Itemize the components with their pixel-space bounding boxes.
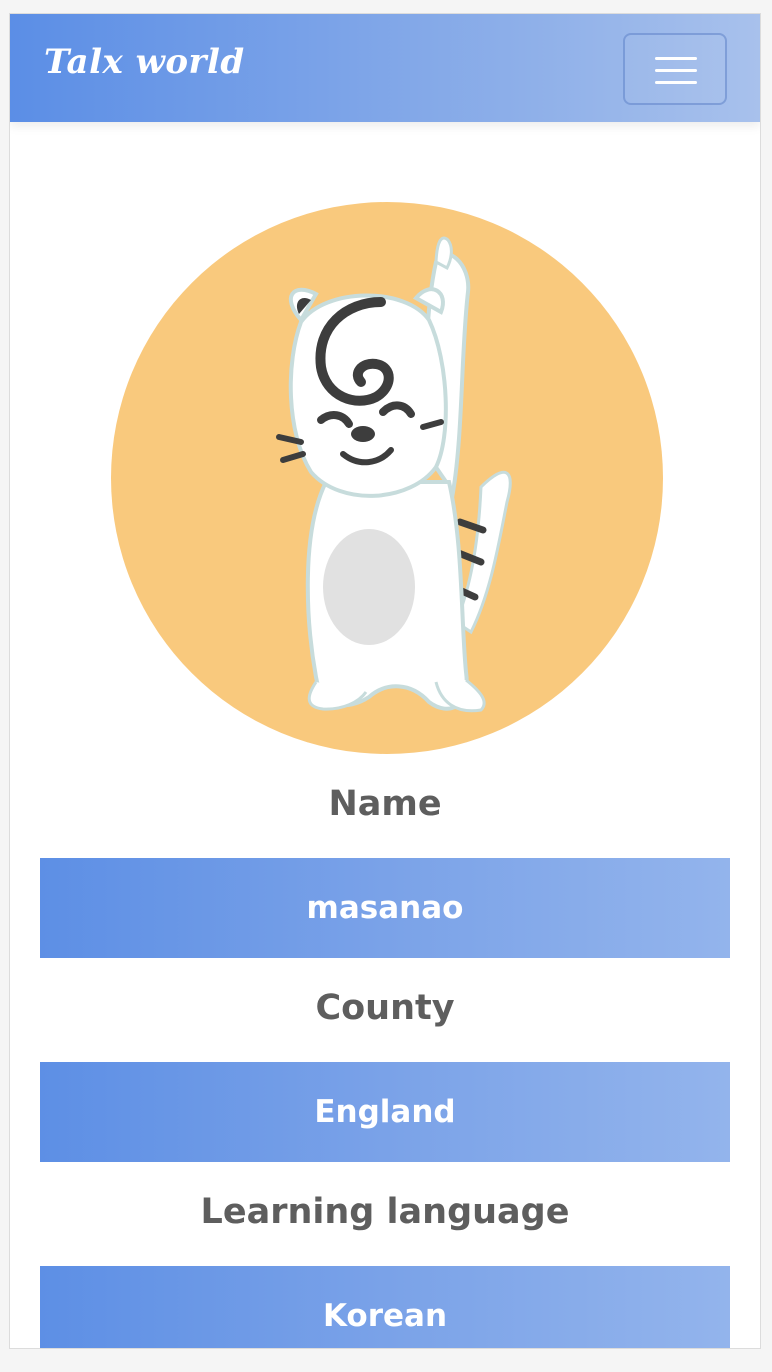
name-value: masanao <box>40 858 730 958</box>
menu-toggle-button[interactable] <box>623 33 727 105</box>
name-label: Name <box>328 784 442 824</box>
navbar: Talx world <box>10 14 760 122</box>
learning-language-label: Learning language <box>200 1192 570 1232</box>
profile-avatar <box>111 202 663 754</box>
app-frame: Talx world Name masanao County England L… <box>9 13 761 1349</box>
country-value: England <box>40 1062 730 1162</box>
tiger-mascot-illustration <box>276 236 512 713</box>
brand-logo[interactable]: Talx world <box>44 42 245 82</box>
learning-language-value: Korean <box>40 1266 730 1348</box>
country-label: County <box>315 988 455 1028</box>
